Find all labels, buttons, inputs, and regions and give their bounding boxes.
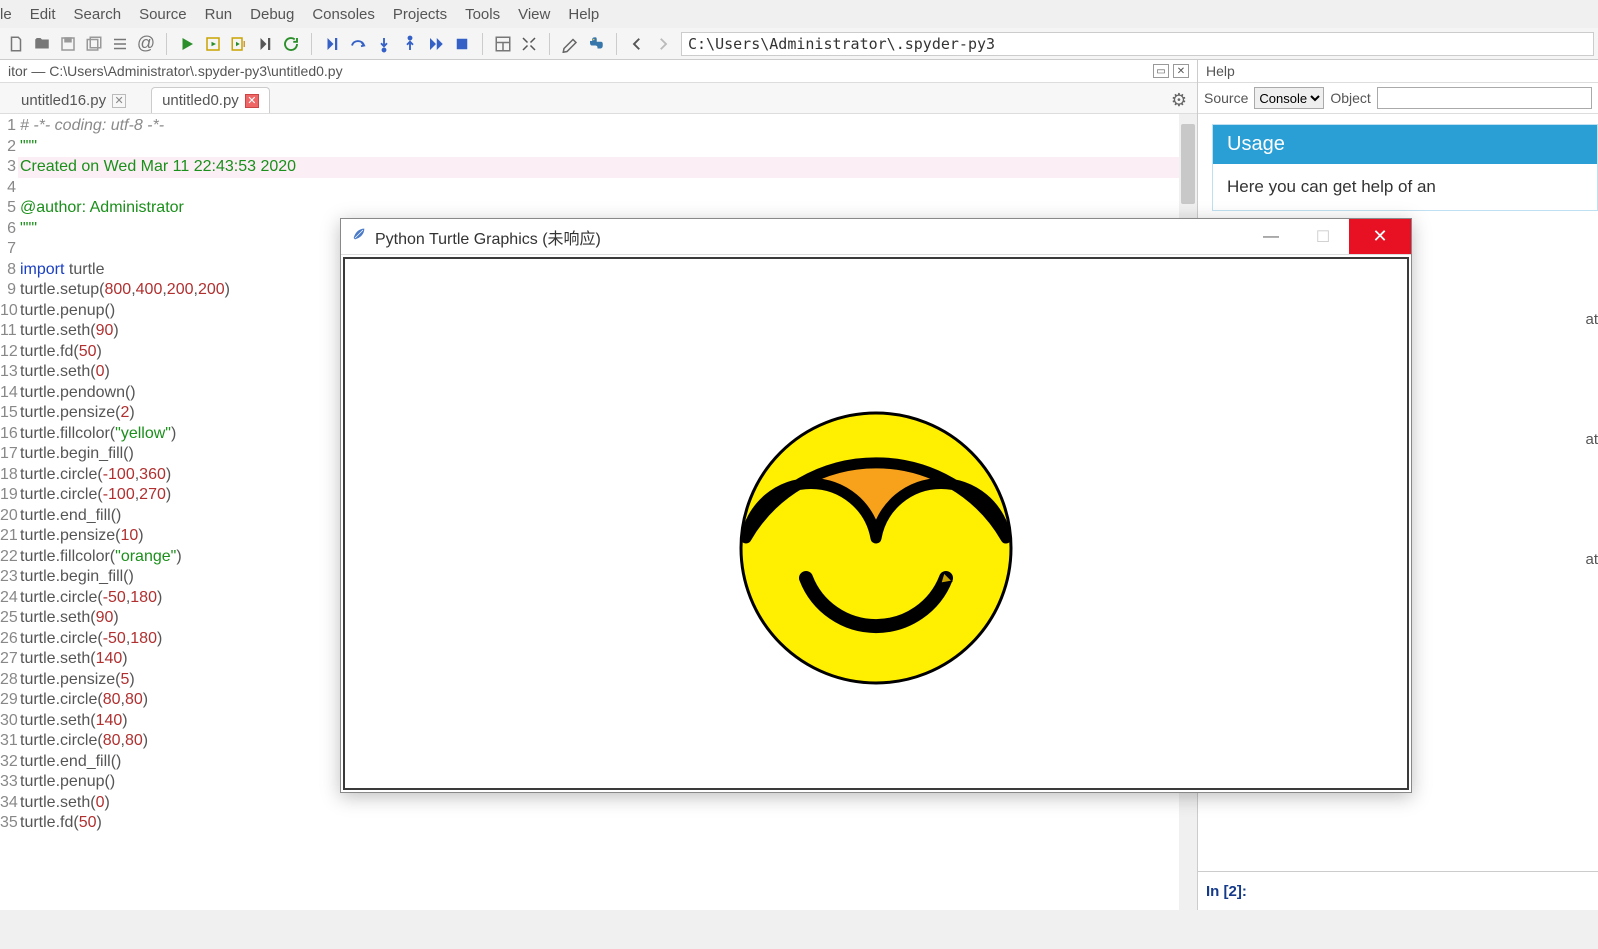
run-icon[interactable] — [175, 32, 199, 56]
working-directory-input[interactable] — [681, 32, 1594, 56]
menu-tools[interactable]: Tools — [465, 6, 500, 23]
ipython-console[interactable]: In [2]: — [1198, 871, 1598, 910]
close-tab-icon[interactable]: ✕ — [245, 94, 259, 108]
menu-bar: le Edit Search Source Run Debug Consoles… — [0, 0, 1598, 28]
editor-tabs: untitled16.py ✕ untitled0.py ✕ ⚙ — [0, 83, 1197, 114]
layout-icon[interactable] — [491, 32, 515, 56]
clipped-text-fragments: at at at — [1585, 300, 1598, 580]
object-label: Object — [1330, 90, 1370, 106]
stop-debug-icon[interactable] — [450, 32, 474, 56]
new-file-icon[interactable] — [4, 32, 28, 56]
close-tab-icon[interactable]: ✕ — [112, 94, 126, 108]
at-icon[interactable]: @ — [134, 32, 158, 56]
turtle-graphics-window[interactable]: Python Turtle Graphics (未响应) — ☐ ✕ — [340, 218, 1412, 793]
pane-undock-icon[interactable]: ▭ — [1153, 64, 1169, 78]
tab-untitled16[interactable]: untitled16.py ✕ — [10, 87, 137, 113]
menu-consoles[interactable]: Consoles — [312, 6, 375, 23]
editor-title-text: itor — C:\Users\Administrator\.spyder-py… — [8, 63, 343, 79]
menu-search[interactable]: Search — [74, 6, 122, 23]
smiley-face-drawing — [726, 398, 1026, 698]
help-toolbar: Source Console Object — [1198, 83, 1598, 114]
turtle-window-title: Python Turtle Graphics (未响应) — [375, 225, 601, 249]
console-prompt: In [2]: — [1206, 883, 1247, 900]
menu-projects[interactable]: Projects — [393, 6, 447, 23]
menu-source[interactable]: Source — [139, 6, 187, 23]
step-over-icon[interactable] — [346, 32, 370, 56]
python-path-icon[interactable] — [584, 32, 608, 56]
menu-edit[interactable]: Edit — [30, 6, 56, 23]
run-selection-icon[interactable] — [253, 32, 277, 56]
source-select[interactable]: Console — [1254, 87, 1324, 109]
tab-untitled0[interactable]: untitled0.py ✕ — [151, 87, 270, 113]
save-all-icon[interactable] — [82, 32, 106, 56]
continue-icon[interactable] — [424, 32, 448, 56]
editor-title-bar: itor — C:\Users\Administrator\.spyder-py… — [0, 60, 1197, 83]
usage-body: Here you can get help of an — [1213, 164, 1597, 210]
run-cell-advance-icon[interactable] — [227, 32, 251, 56]
step-into-icon[interactable] — [372, 32, 396, 56]
object-input[interactable] — [1377, 87, 1592, 109]
toolbar: @ — [0, 28, 1598, 60]
forward-icon[interactable] — [651, 32, 675, 56]
save-icon[interactable] — [56, 32, 80, 56]
tab-label: untitled0.py — [162, 92, 239, 109]
source-label: Source — [1204, 90, 1248, 106]
menu-debug[interactable]: Debug — [250, 6, 294, 23]
usage-card: Usage Here you can get help of an — [1212, 124, 1598, 211]
open-file-icon[interactable] — [30, 32, 54, 56]
pane-close-icon[interactable]: ✕ — [1173, 64, 1189, 78]
menu-help[interactable]: Help — [568, 6, 599, 23]
help-pane-title: Help — [1198, 60, 1598, 83]
tab-label: untitled16.py — [21, 92, 106, 109]
back-icon[interactable] — [625, 32, 649, 56]
rerun-icon[interactable] — [279, 32, 303, 56]
list-icon[interactable] — [108, 32, 132, 56]
menu-file[interactable]: le — [0, 6, 12, 23]
maximize-button[interactable]: ☐ — [1297, 219, 1349, 254]
minimize-button[interactable]: — — [1245, 219, 1297, 254]
tab-options-icon[interactable]: ⚙ — [1171, 90, 1187, 111]
menu-run[interactable]: Run — [205, 6, 233, 23]
line-number-gutter: 1 2 3 4 5 6 7 8 9 10 11 12 13 14 15 16 1… — [0, 114, 18, 910]
preferences-icon[interactable] — [558, 32, 582, 56]
run-cell-icon[interactable] — [201, 32, 225, 56]
feather-icon — [351, 226, 367, 247]
close-button[interactable]: ✕ — [1349, 219, 1411, 254]
usage-heading: Usage — [1213, 125, 1597, 164]
step-out-icon[interactable] — [398, 32, 422, 56]
menu-view[interactable]: View — [518, 6, 550, 23]
debug-icon[interactable] — [320, 32, 344, 56]
turtle-window-titlebar[interactable]: Python Turtle Graphics (未响应) — ☐ ✕ — [341, 219, 1411, 255]
maximize-icon[interactable] — [517, 32, 541, 56]
turtle-canvas — [343, 257, 1409, 790]
